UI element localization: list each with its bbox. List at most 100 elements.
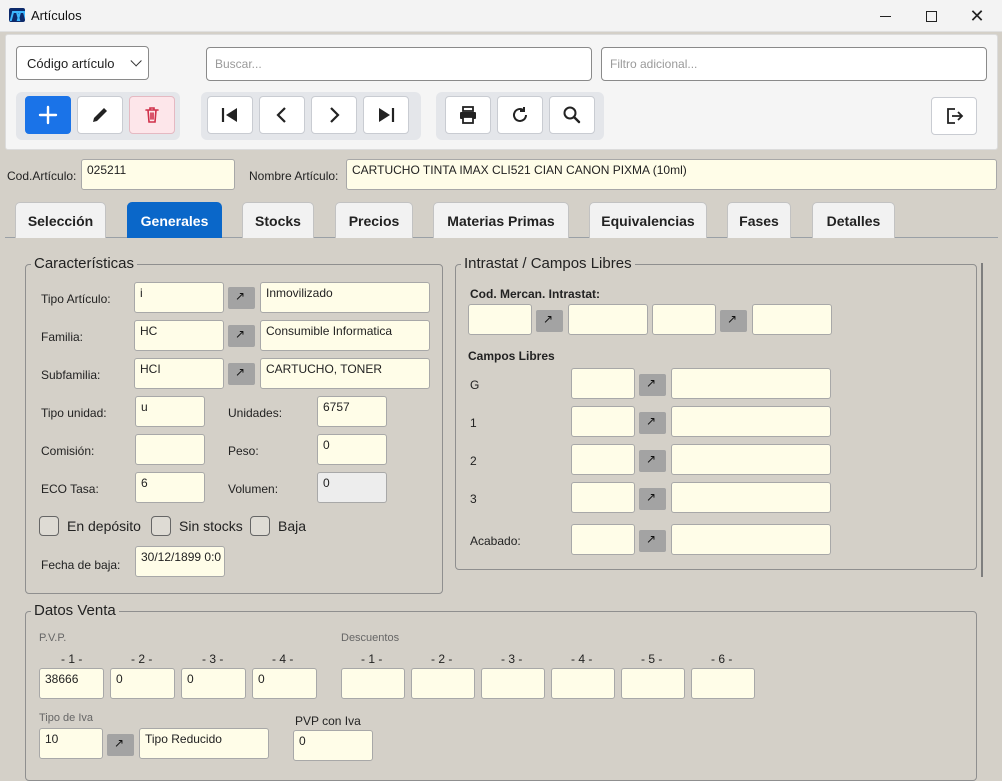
edit-button[interactable] [77,96,123,134]
minimize-button[interactable] [862,0,908,32]
sin-stocks-checkbox[interactable] [151,516,171,536]
campo-libre-label-2: 2 [470,454,477,468]
volumen-field[interactable]: 0 [317,472,387,503]
volumen-label: Volumen: [228,482,279,496]
descuento-header-1: - 1 - [361,652,383,666]
article-name-field[interactable]: CARTUCHO TINTA IMAX CLI521 CIAN CANON PI… [346,159,997,190]
baja-label: Baja [278,518,307,534]
pvp-field-4[interactable]: 0 [252,668,317,699]
cod-mercan-field-2[interactable] [568,304,648,335]
campo-libre-lookup-button[interactable] [639,374,666,396]
campo-libre-lookup-button[interactable] [639,450,666,472]
cod-mercan-field-4[interactable] [752,304,832,335]
familia-lookup-button[interactable] [228,325,255,347]
campo-libre-lookup-button[interactable] [639,412,666,434]
descuento-field-3[interactable] [481,668,545,699]
pvp-label: P.V.P. [39,632,67,644]
navigation-button-group [201,92,421,140]
article-code-field[interactable]: 025211 [81,159,235,190]
close-window-button[interactable]: ✕ [954,0,1000,32]
pvp-field-2[interactable]: 0 [110,668,175,699]
campo-libre-desc-field[interactable] [671,482,831,513]
chevron-left-icon [276,107,286,123]
maximize-button[interactable] [908,0,954,32]
descuento-field-1[interactable] [341,668,405,699]
title-bar: Artículos ✕ [0,0,1002,32]
subfamilia-lookup-button[interactable] [228,363,255,385]
last-record-button[interactable] [363,96,409,134]
acabado-desc-field[interactable] [671,524,831,555]
add-button[interactable] [25,96,71,134]
previous-record-button[interactable] [259,96,305,134]
tipo-iva-code-field[interactable]: 10 [39,728,103,759]
pvp-field-1[interactable]: 38666 [39,668,104,699]
panel-scroll-indicator [981,263,983,577]
tab-seleccion[interactable]: Selección [15,202,106,238]
campo-libre-desc-field[interactable] [671,406,831,437]
article-code-label: Cod.Artículo: [7,169,77,183]
descuento-header-5: - 5 - [641,652,663,666]
tipo-iva-desc-field[interactable]: Tipo Reducido [139,728,269,759]
additional-filter-input[interactable] [601,47,987,81]
en-deposito-checkbox[interactable] [39,516,59,536]
cod-mercan-field-1[interactable] [468,304,532,335]
skip-last-icon [379,108,395,122]
print-button[interactable] [445,96,491,134]
campo-libre-label-1: 1 [470,416,477,430]
familia-desc-field[interactable]: Consumible Informatica [260,320,430,351]
subfamilia-code-field[interactable]: HCI [134,358,224,389]
pvp-con-iva-field[interactable]: 0 [293,730,373,761]
exit-button[interactable] [931,97,977,135]
delete-button[interactable] [129,96,175,134]
app-logo-icon [9,8,25,22]
pvp-field-3[interactable]: 0 [181,668,246,699]
cod-mercan-lookup-button-2[interactable] [720,310,747,332]
cod-mercan-lookup-button-1[interactable] [536,310,563,332]
tab-equivalencias[interactable]: Equivalencias [589,202,707,238]
tipo-iva-lookup-button[interactable] [107,734,134,756]
descuento-field-2[interactable] [411,668,475,699]
campo-libre-code-field[interactable] [571,406,635,437]
campo-libre-code-field[interactable] [571,368,635,399]
baja-checkbox[interactable] [250,516,270,536]
tipo-articulo-lookup-button[interactable] [228,287,255,309]
refresh-button[interactable] [497,96,543,134]
campo-libre-lookup-button[interactable] [639,488,666,510]
comision-field[interactable] [135,434,205,465]
chevron-down-icon [130,55,142,67]
acabado-lookup-button[interactable] [639,530,666,552]
subfamilia-desc-field[interactable]: CARTUCHO, TONER [260,358,430,389]
tipo-articulo-code-field[interactable]: i [134,282,224,313]
next-record-button[interactable] [311,96,357,134]
exit-icon [947,108,964,124]
peso-field[interactable]: 0 [317,434,387,465]
search-field-combo[interactable]: Código artículo [16,46,149,80]
descuentos-label: Descuentos [341,632,400,644]
fecha-baja-field[interactable]: 30/12/1899 0:0 [135,546,225,577]
tab-materias-primas[interactable]: Materias Primas [433,202,569,238]
descuento-field-4[interactable] [551,668,615,699]
acabado-code-field[interactable] [571,524,635,555]
tab-stocks[interactable]: Stocks [242,202,314,238]
descuento-field-5[interactable] [621,668,685,699]
campo-libre-desc-field[interactable] [671,444,831,475]
familia-code-field[interactable]: HC [134,320,224,351]
unidades-field[interactable]: 6757 [317,396,387,427]
tipo-articulo-desc-field[interactable]: Inmovilizado [260,282,430,313]
tab-fases[interactable]: Fases [727,202,791,238]
campo-libre-code-field[interactable] [571,444,635,475]
search-button[interactable] [549,96,595,134]
en-deposito-label: En depósito [67,518,141,534]
tipo-unidad-field[interactable]: u [135,396,205,427]
first-record-button[interactable] [207,96,253,134]
campo-libre-code-field[interactable] [571,482,635,513]
tab-detalles[interactable]: Detalles [812,202,895,238]
tab-precios[interactable]: Precios [335,202,413,238]
maximize-icon [925,10,937,22]
tab-generales[interactable]: Generales [127,202,222,238]
search-input[interactable] [206,47,592,81]
campo-libre-desc-field[interactable] [671,368,831,399]
descuento-field-6[interactable] [691,668,755,699]
cod-mercan-field-3[interactable] [652,304,716,335]
eco-tasa-field[interactable]: 6 [135,472,205,503]
